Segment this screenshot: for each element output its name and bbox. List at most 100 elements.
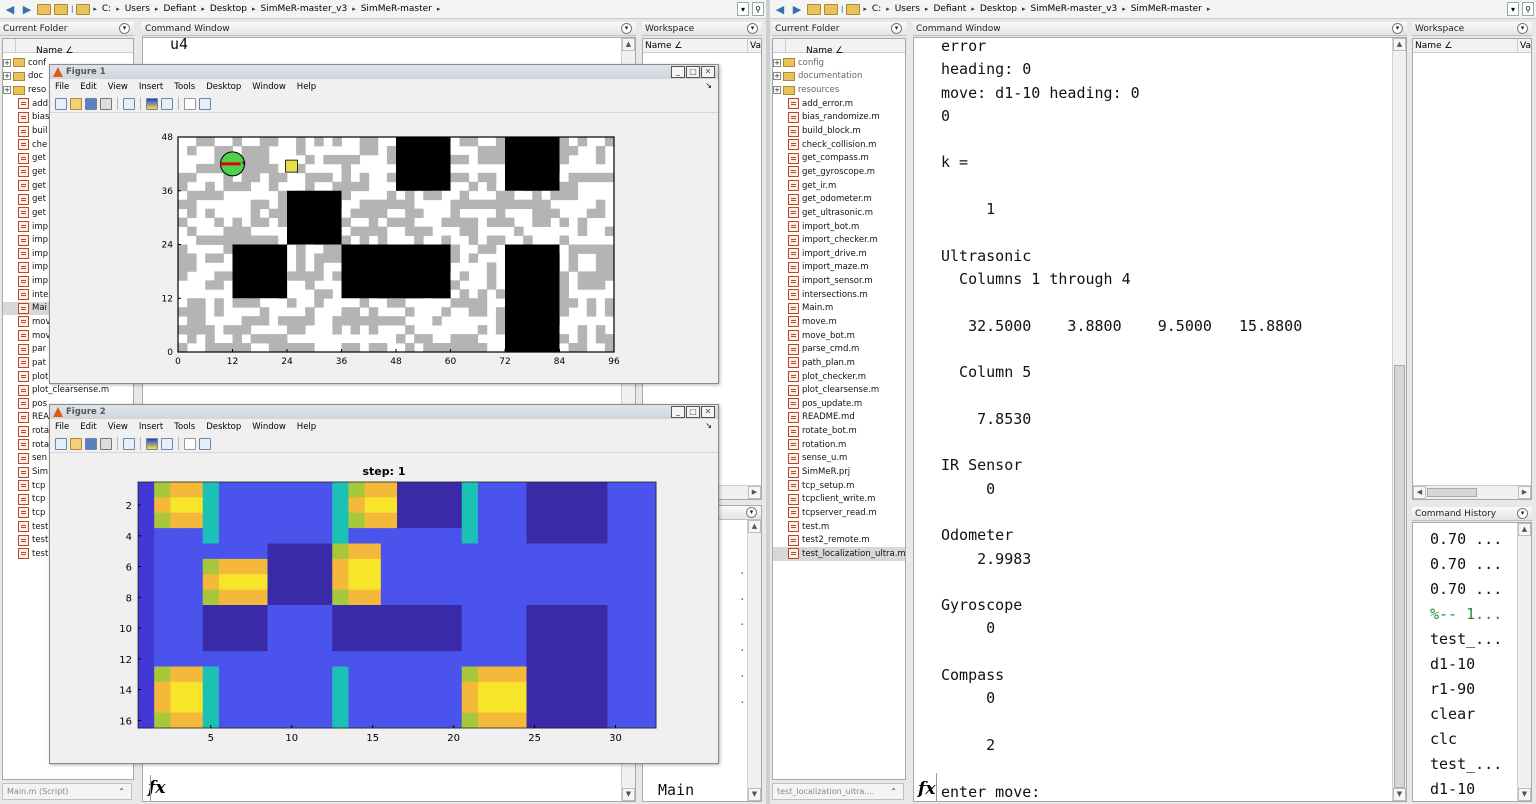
save-icon[interactable] xyxy=(85,437,97,450)
file-item[interactable]: sense_u.m xyxy=(773,452,905,466)
file-item[interactable]: plot_checker.m xyxy=(773,370,905,384)
file-item[interactable]: parse_cmd.m xyxy=(773,342,905,356)
pointer-icon[interactable] xyxy=(184,97,196,110)
breadcrumb-item[interactable]: SimMeR-master_v3 xyxy=(260,4,347,14)
file-item[interactable]: move.m xyxy=(773,315,905,329)
belief-heatmap[interactable]: 5 10 15 20 25 30 2 4 6 8 10 12 14 16 xyxy=(50,477,718,757)
search-icon[interactable]: ⚲ xyxy=(1522,2,1534,16)
legend-icon[interactable] xyxy=(161,437,173,450)
back-arrow-icon[interactable]: ◀ xyxy=(3,3,17,16)
menu-item-insert[interactable]: Insert xyxy=(139,82,163,92)
file-item[interactable]: intersections.m xyxy=(773,288,905,302)
breadcrumb[interactable]: ▸ C: ▸ Users ▸ Defiant ▸ Desktop ▸ SimMeR-master_… xyxy=(93,4,440,14)
menu-item-tools[interactable]: Tools xyxy=(174,422,195,432)
path-dropdown[interactable]: ▾ xyxy=(737,2,749,16)
file-item[interactable]: import_checker.m xyxy=(773,233,905,247)
folder-item[interactable]: + resources xyxy=(773,83,905,97)
panel-menu-icon[interactable]: ▾ xyxy=(1392,23,1403,34)
search-icon[interactable]: ⚲ xyxy=(752,2,764,16)
pointer-icon[interactable] xyxy=(184,437,196,450)
menu-item-view[interactable]: View xyxy=(108,422,128,432)
browse-folder-icon[interactable] xyxy=(54,3,68,15)
menu-item-help[interactable]: Help xyxy=(297,82,316,92)
menu-item-insert[interactable]: Insert xyxy=(139,422,163,432)
menu-item-file[interactable]: File xyxy=(55,82,69,92)
colorbar-icon[interactable] xyxy=(146,97,158,110)
back-arrow-icon[interactable]: ◀ xyxy=(773,3,787,16)
up-folder-icon[interactable] xyxy=(37,3,51,15)
file-item[interactable]: import_sensor.m xyxy=(773,274,905,288)
expand-icon[interactable]: + xyxy=(3,58,11,67)
menu-item-edit[interactable]: Edit xyxy=(80,82,96,92)
new-figure-icon[interactable] xyxy=(55,437,67,450)
breadcrumb-item[interactable]: Desktop xyxy=(210,4,247,14)
link-plot-icon[interactable] xyxy=(123,97,135,110)
panel-menu-icon[interactable]: ▾ xyxy=(119,23,130,34)
history-item[interactable]: d1-10 xyxy=(1430,777,1502,801)
history-item[interactable]: 0.70 ... xyxy=(1430,527,1502,552)
menu-item-file[interactable]: File xyxy=(55,422,69,432)
close-button[interactable]: ✕ xyxy=(701,406,715,418)
expand-icon[interactable]: + xyxy=(773,72,781,81)
file-item[interactable]: test2_remote.m xyxy=(773,533,905,547)
file-item[interactable]: README.md xyxy=(773,411,905,425)
file-item[interactable]: tcpserver_read.m xyxy=(773,506,905,520)
browse-folder-icon[interactable] xyxy=(824,3,838,15)
file-item[interactable]: path_plan.m xyxy=(773,356,905,370)
breadcrumb-item[interactable]: SimMeR-master xyxy=(1131,4,1202,14)
panel-menu-icon[interactable]: ▾ xyxy=(1517,508,1528,519)
minimize-button[interactable]: _ xyxy=(671,406,685,418)
menu-item-edit[interactable]: Edit xyxy=(80,422,96,432)
breadcrumb-item[interactable]: C: xyxy=(102,4,111,14)
expand-icon[interactable]: + xyxy=(3,86,11,95)
legend-icon[interactable] xyxy=(161,97,173,110)
file-item[interactable]: pos_update.m xyxy=(773,397,905,411)
up-folder-icon[interactable] xyxy=(807,3,821,15)
breadcrumb-item[interactable]: Defiant xyxy=(933,4,966,14)
panel-menu-icon[interactable]: ▾ xyxy=(747,23,758,34)
menu-item-desktop[interactable]: Desktop xyxy=(206,82,241,92)
history-item[interactable]: clear xyxy=(1430,702,1502,727)
colorbar-icon[interactable] xyxy=(146,437,158,450)
menu-item-desktop[interactable]: Desktop xyxy=(206,422,241,432)
file-item[interactable]: test.m xyxy=(773,520,905,534)
new-figure-icon[interactable] xyxy=(55,97,67,110)
file-item[interactable]: get_ultrasonic.m xyxy=(773,206,905,220)
file-item[interactable]: test_localization_ultra.m xyxy=(773,547,905,561)
panel-menu-icon[interactable]: ▾ xyxy=(891,23,902,34)
breadcrumb-item[interactable]: Desktop xyxy=(980,4,1017,14)
menu-item-window[interactable]: Window xyxy=(252,82,286,92)
expand-icon[interactable]: + xyxy=(773,58,781,67)
file-item[interactable]: check_collision.m xyxy=(773,138,905,152)
property-editor-icon[interactable] xyxy=(199,437,211,450)
file-item[interactable]: get_gyroscope.m xyxy=(773,165,905,179)
workspace-name-header[interactable]: Name ∠ xyxy=(1413,41,1452,51)
file-item[interactable]: SimMeR.prj xyxy=(773,465,905,479)
command-window[interactable]: error heading: 0 move: d1-10 heading: 0 0 k… xyxy=(913,37,1407,802)
breadcrumb-item[interactable]: SimMeR-master xyxy=(361,4,432,14)
file-item[interactable]: get_odometer.m xyxy=(773,192,905,206)
open-file-icon[interactable] xyxy=(70,437,82,450)
breadcrumb-item[interactable]: Defiant xyxy=(163,4,196,14)
path-dropdown[interactable]: ▾ xyxy=(1507,2,1519,16)
breadcrumb-item[interactable]: C: xyxy=(872,4,881,14)
file-item[interactable]: Main.m xyxy=(773,302,905,316)
file-item[interactable]: get_compass.m xyxy=(773,151,905,165)
file-item[interactable]: tcp_setup.m xyxy=(773,479,905,493)
folder-item[interactable]: + config xyxy=(773,56,905,70)
fx-icon[interactable]: fx xyxy=(918,779,935,799)
file-item[interactable]: plot_clearsense.m xyxy=(773,383,905,397)
close-button[interactable]: ✕ xyxy=(701,66,715,78)
figure1-window[interactable]: Figure 1 _ □ ✕ File Edit View Insert Tools Desk… xyxy=(49,64,719,384)
file-item[interactable]: tcpclient_write.m xyxy=(773,493,905,507)
minimize-button[interactable]: _ xyxy=(671,66,685,78)
file-item[interactable]: get_ir.m xyxy=(773,179,905,193)
figure2-window[interactable]: Figure 2 _ □ ✕ File Edit View Insert Tools Desk… xyxy=(49,404,719,764)
file-item[interactable]: rotate_bot.m xyxy=(773,424,905,438)
history-item[interactable]: d1-10 xyxy=(1430,652,1502,677)
forward-arrow-icon[interactable]: ▶ xyxy=(790,3,804,16)
breadcrumb[interactable]: ▸ C: ▸ Users ▸ Defiant ▸ Desktop ▸ SimMeR-master_… xyxy=(863,4,1210,14)
save-icon[interactable] xyxy=(85,97,97,110)
link-plot-icon[interactable] xyxy=(123,437,135,450)
file-item[interactable]: plot_clearsense.m xyxy=(3,383,133,397)
